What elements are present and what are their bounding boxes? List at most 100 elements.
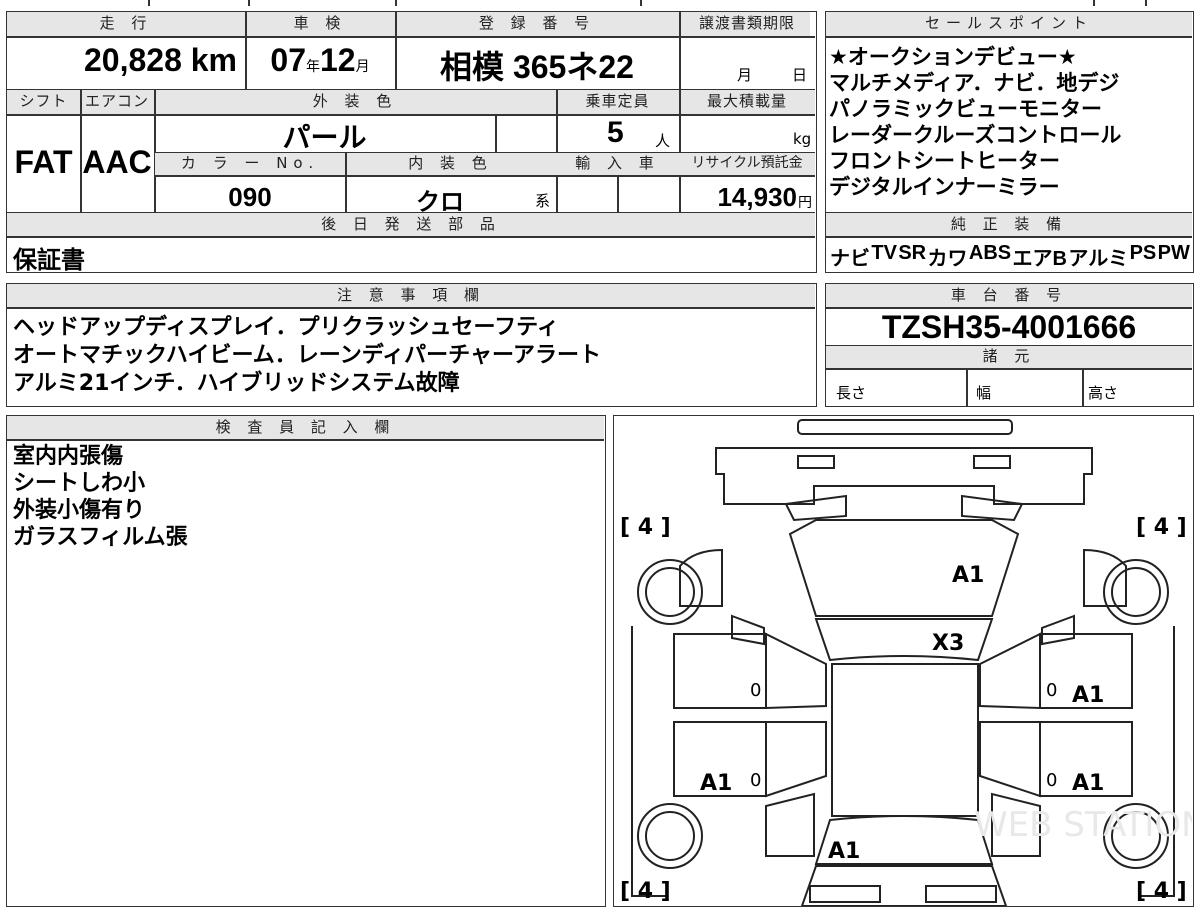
inspector-line: ガラスフィルム張 [13,525,188,550]
equipment-item: SR [898,242,927,264]
equipment-item: TV [871,242,897,264]
inspector-notes: 室内内張傷 シートしわ小 外装小傷有り ガラスフィルム張 [13,443,188,551]
front-light-right [973,455,1011,469]
top-strip-divider [148,0,150,6]
front-bumper-shape [797,419,1013,435]
later-parts-header: 後 日 発 送 部 品 [7,213,815,236]
wheel-front-left [637,559,703,625]
row-divider [7,439,604,441]
sales-points-header: セールスポイント [826,12,1192,36]
interior-color-header: 内 装 色 [408,154,493,172]
left-front-pillar [765,632,827,710]
car-damage-diagram: WEB STATION.RO [ 4 ] [ 4 ] [ 4 ] [ 4 ] A… [620,419,1192,906]
equipment-item: PS [1129,242,1157,264]
sales-point-item: フロントシートヒーター [829,149,1060,173]
mileage-value: 20,828 [83,42,182,78]
equipment-item: カワ [927,248,968,270]
recycle-deposit-value: 14,930 [717,182,797,212]
transfer-day-unit: 日 [792,66,808,84]
zero-mark-left-front: 0 [750,680,761,701]
color-no-value: 090 [228,182,272,212]
import-header: 輸 入 車 [575,154,660,172]
equipment-item: エアB [1012,248,1067,270]
zero-mark-right-front: 0 [1046,680,1057,701]
top-strip-divider [248,0,250,6]
transfer-month-unit: 月 [737,66,753,84]
shift-value: FAT [14,144,73,180]
sales-point-item: ★オークションデビュー★ [829,45,1077,69]
vehicle-summary-table: 走 行 車 検 登 録 番 号 譲渡書類期限 20,828 km 07年12月 … [6,11,817,274]
col-divider [556,90,558,212]
wheel-rear-left-inner [645,811,695,861]
col-divider [679,12,681,89]
wheel-front-left-inner [645,567,695,617]
ac-value: AAC [82,144,152,180]
inspection-year: 07 [270,42,306,78]
mileage-header: 走 行 [99,14,153,32]
tire-front-left-label: [ 4 ] [620,515,671,540]
front-end-shape [715,447,1093,505]
left-rear-pillar [765,721,827,798]
zero-mark-left-rear: 0 [750,770,761,791]
capacity-value: 5 [607,116,624,149]
left-mirror [731,614,765,646]
damage-diagram-panel: WEB STATION.RO [ 4 ] [ 4 ] [ 4 ] [ 4 ] A… [613,415,1194,907]
hood-damage-mark: A1 [952,563,984,588]
tire-rear-right-label: [ 4 ] [1136,879,1187,904]
equipment-item: ABS [968,242,1012,264]
row-divider [7,36,815,38]
zero-mark-right-rear: 0 [1046,770,1057,791]
inspection-header: 車 検 [293,14,347,32]
mileage-cell: 20,828 km [7,42,237,79]
right-rear-pillar [979,721,1041,798]
right-front-door-mark: A1 [1072,683,1104,708]
note-line: ヘッドアップディスプレイ．プリクラッシュセーフティ [13,315,559,340]
wheel-rear-left [637,803,703,869]
headlight-right [961,494,1024,522]
top-strip-divider [395,0,397,6]
headlight-left [784,494,847,522]
right-front-pillar [979,632,1041,710]
left-outer-body [631,626,666,897]
length-label: 長さ [836,384,867,402]
chassis-panel: 車 台 番 号 TZSH35-4001666 諸 元 長さ 幅 高さ [825,283,1194,407]
col-divider [1082,368,1084,406]
note-line: オートマチックハイビーム．レーンディパーチャーアラート [13,343,602,368]
exterior-color-header: 外 装 色 [312,92,398,110]
load-unit: kg [793,130,812,148]
chassis-header: 車 台 番 号 [826,284,1192,307]
inspector-line: 室内内張傷 [13,444,124,469]
equipment-item: アルミ [1068,248,1129,270]
row-divider [826,36,1192,38]
height-label: 高さ [1088,384,1119,402]
right-outer-body [1140,626,1175,897]
left-rear-quarter [765,792,815,857]
col-divider [966,368,968,406]
sales-point-item: マルチメディア．ナビ．地デジ [829,71,1120,95]
inspector-panel: 検 査 員 記 入 欄 室内内張傷 シートしわ小 外装小傷有り ガラスフィルム張 [6,415,606,907]
notes-header: 注 意 事 項 欄 [7,284,815,307]
sales-point-item: デジタルインナーミラー [829,175,1060,199]
windshield-damage-mark: X3 [932,631,964,656]
equipment-list: ナビ TV SR カワ ABS エアB アルミ PS PW [830,242,1190,271]
width-label: 幅 [976,384,992,402]
inspection-month: 12 [320,42,356,78]
sales-point-item: パノラミックビューモニター [829,97,1102,121]
roof-shape [831,663,979,817]
sales-point-item: レーダークルーズコントロール [829,123,1122,147]
row-divider [826,236,1192,238]
recycle-deposit-header: リサイクル預託金 [691,155,803,171]
wheel-front-right [1103,559,1169,625]
year-unit: 年 [306,58,320,74]
wheel-front-right-inner [1111,567,1161,617]
interior-color-suffix: 系 [535,192,551,210]
windshield-shape [814,618,994,662]
tire-front-right-label: [ 4 ] [1136,515,1187,540]
specs-header: 諸 元 [826,346,1192,368]
mileage-unit: km [190,42,237,78]
right-rear-door-mark: A1 [1072,771,1104,796]
exterior-color-value: パール [282,122,367,153]
row-divider [826,368,1192,370]
tire-rear-left-label: [ 4 ] [620,879,671,904]
registration-value: 相模 365ネ22 [440,49,634,85]
